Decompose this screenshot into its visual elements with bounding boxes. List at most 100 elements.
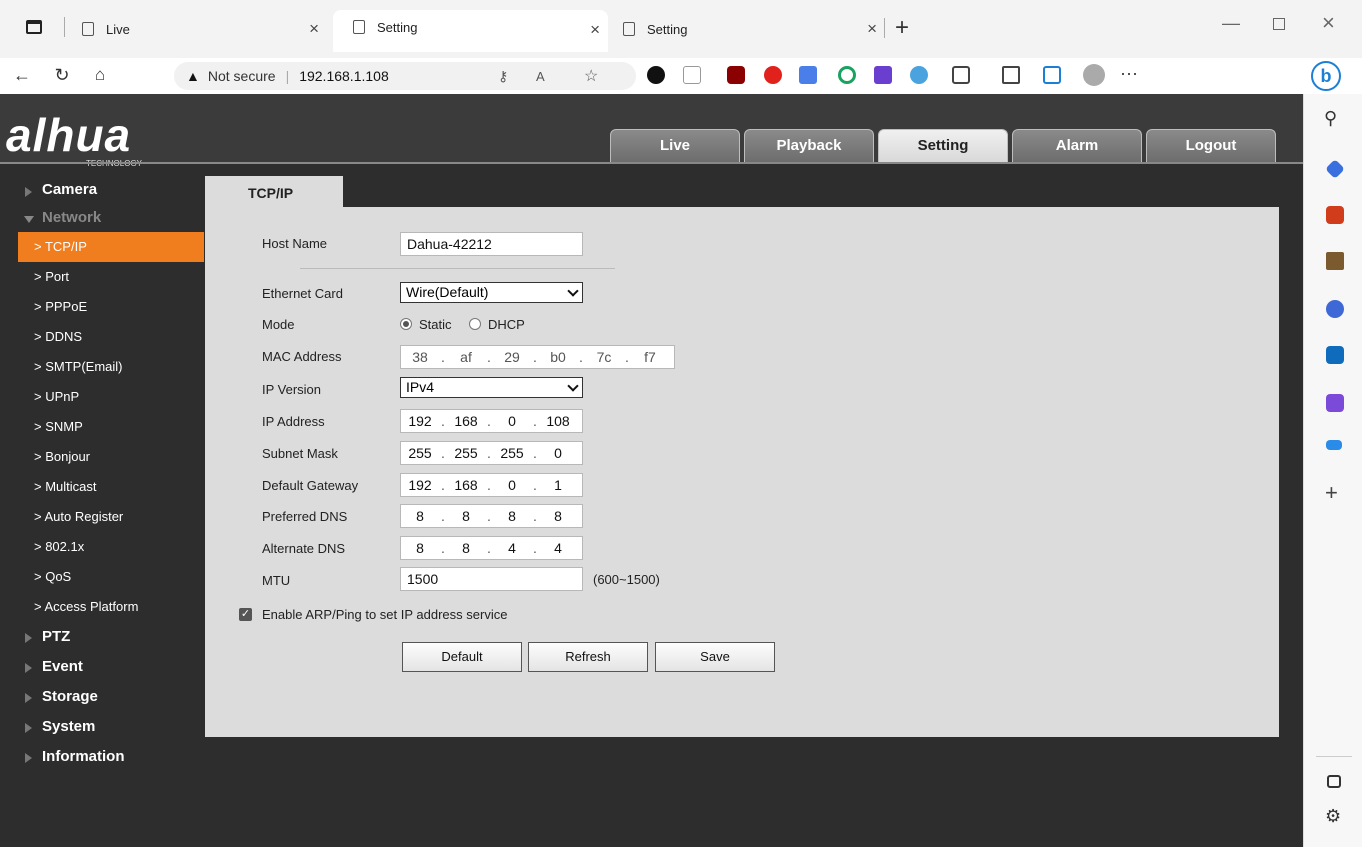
nav-tcpip[interactable]: > TCP/IP <box>18 232 204 262</box>
sidebar-toggle-icon[interactable] <box>1327 775 1341 788</box>
mtu-input[interactable]: 1500 <box>400 567 583 591</box>
extension-icon[interactable] <box>874 66 892 84</box>
mode-static-radio[interactable] <box>400 318 412 330</box>
extension-icon[interactable] <box>683 66 701 84</box>
outlook-icon[interactable] <box>1326 346 1344 364</box>
home-icon[interactable]: ⌂ <box>89 64 111 86</box>
nav-8021x[interactable]: > 802.1x <box>0 532 205 562</box>
menu-live[interactable]: Live <box>610 129 740 163</box>
nav-access-platform[interactable]: > Access Platform <box>0 592 205 622</box>
ip-version-select[interactable]: IPv4 <box>400 377 583 398</box>
ip-octet[interactable]: 8 <box>447 508 485 524</box>
nav-upnp[interactable]: > UPnP <box>0 382 205 412</box>
ip-octet[interactable]: 255 <box>493 445 531 461</box>
ip-octet[interactable]: 8 <box>401 540 439 556</box>
translate-icon[interactable] <box>799 66 817 84</box>
read-aloud-icon[interactable]: A <box>536 69 545 84</box>
designer-icon[interactable] <box>1326 394 1344 412</box>
default-gateway-input[interactable]: 192. 168. 0. 1 <box>400 473 583 497</box>
nav-ddns[interactable]: > DDNS <box>0 322 205 352</box>
ip-octet[interactable]: 0 <box>493 477 531 493</box>
collections-icon[interactable] <box>1043 66 1061 84</box>
minimize-icon[interactable]: — <box>1222 13 1240 34</box>
ip-octet[interactable]: 8 <box>447 540 485 556</box>
nav-system[interactable]: System <box>0 712 205 742</box>
shopping-icon[interactable] <box>1325 159 1345 179</box>
menu-alarm[interactable]: Alarm <box>1012 129 1142 163</box>
tab-setting-active[interactable]: Setting × <box>333 10 608 52</box>
settings-icon[interactable]: ⚙ <box>1325 806 1341 827</box>
nav-snmp[interactable]: > SNMP <box>0 412 205 442</box>
maximize-icon[interactable] <box>1273 18 1285 30</box>
ip-octet[interactable]: 8 <box>401 508 439 524</box>
ip-octet[interactable]: 108 <box>539 413 577 429</box>
office-icon[interactable] <box>1326 300 1344 318</box>
nav-multicast[interactable]: > Multicast <box>0 472 205 502</box>
extension-icon[interactable] <box>910 66 928 84</box>
close-icon[interactable]: × <box>590 20 600 40</box>
nav-auto-register[interactable]: > Auto Register <box>0 502 205 532</box>
ip-octet[interactable]: 192 <box>401 413 439 429</box>
games-icon[interactable] <box>1326 252 1344 270</box>
more-icon[interactable]: ··· <box>1120 63 1138 84</box>
extensions-icon[interactable] <box>952 66 970 84</box>
nav-port[interactable]: > Port <box>0 262 205 292</box>
ip-octet[interactable]: 255 <box>447 445 485 461</box>
default-button[interactable]: Default <box>402 642 522 672</box>
profile-icon[interactable] <box>1083 64 1105 86</box>
ublock-icon[interactable] <box>727 66 745 84</box>
ip-octet[interactable]: 8 <box>493 508 531 524</box>
save-button[interactable]: Save <box>655 642 775 672</box>
bing-copilot-icon[interactable]: b <box>1311 61 1341 91</box>
nav-ptz[interactable]: PTZ <box>0 622 205 652</box>
ip-address-input[interactable]: 192. 168. 0. 108 <box>400 409 583 433</box>
favorite-icon[interactable]: ☆ <box>584 66 598 86</box>
menu-logout[interactable]: Logout <box>1146 129 1276 163</box>
subnet-mask-input[interactable]: 255. 255. 255. 0 <box>400 441 583 465</box>
ip-octet[interactable]: 4 <box>493 540 531 556</box>
search-icon[interactable]: ⚲ <box>1324 108 1337 129</box>
ip-octet[interactable]: 168 <box>447 413 485 429</box>
menu-setting[interactable]: Setting <box>878 129 1008 163</box>
close-icon[interactable]: × <box>867 19 877 39</box>
nav-smtp[interactable]: > SMTP(Email) <box>0 352 205 382</box>
nav-information[interactable]: Information <box>0 742 205 772</box>
refresh-icon[interactable]: ↻ <box>51 64 73 86</box>
send-icon[interactable] <box>1326 440 1342 450</box>
nav-event[interactable]: Event <box>0 652 205 682</box>
address-bar[interactable]: ▲ Not secure | 192.168.1.108 ⚷ A ☆ <box>174 62 636 90</box>
new-tab-icon[interactable]: + <box>895 14 909 42</box>
close-icon[interactable]: × <box>309 19 319 39</box>
ip-octet[interactable]: 4 <box>539 540 577 556</box>
mode-dhcp-radio[interactable] <box>469 318 481 330</box>
add-icon[interactable]: + <box>1325 480 1338 506</box>
tab-live[interactable]: Live × <box>82 15 327 43</box>
back-icon[interactable]: ← <box>11 64 33 86</box>
key-icon[interactable]: ⚷ <box>498 68 508 85</box>
ip-octet[interactable]: 0 <box>539 445 577 461</box>
refresh-button[interactable]: Refresh <box>528 642 648 672</box>
arp-ping-checkbox[interactable]: ✓ <box>239 608 252 621</box>
tools-icon[interactable] <box>1326 206 1344 224</box>
ip-octet[interactable]: 0 <box>493 413 531 429</box>
extension-icon[interactable] <box>647 66 665 84</box>
alternate-dns-input[interactable]: 8. 8. 4. 4 <box>400 536 583 560</box>
ip-octet[interactable]: 168 <box>447 477 485 493</box>
nav-network[interactable]: Network <box>0 204 205 232</box>
nav-storage[interactable]: Storage <box>0 682 205 712</box>
close-window-icon[interactable]: × <box>1322 10 1335 36</box>
extension-icon[interactable] <box>838 66 856 84</box>
ip-octet[interactable]: 1 <box>539 477 577 493</box>
menu-playback[interactable]: Playback <box>744 129 874 163</box>
tab-setting[interactable]: Setting × <box>623 15 885 43</box>
split-screen-icon[interactable] <box>1002 66 1020 84</box>
ip-octet[interactable]: 192 <box>401 477 439 493</box>
ip-octet[interactable]: 255 <box>401 445 439 461</box>
nav-bonjour[interactable]: > Bonjour <box>0 442 205 472</box>
preferred-dns-input[interactable]: 8. 8. 8. 8 <box>400 504 583 528</box>
nav-qos[interactable]: > QoS <box>0 562 205 592</box>
nav-camera[interactable]: Camera <box>0 176 205 204</box>
ip-octet[interactable]: 8 <box>539 508 577 524</box>
adblock-icon[interactable] <box>764 66 782 84</box>
ethernet-card-select[interactable]: Wire(Default) <box>400 282 583 303</box>
